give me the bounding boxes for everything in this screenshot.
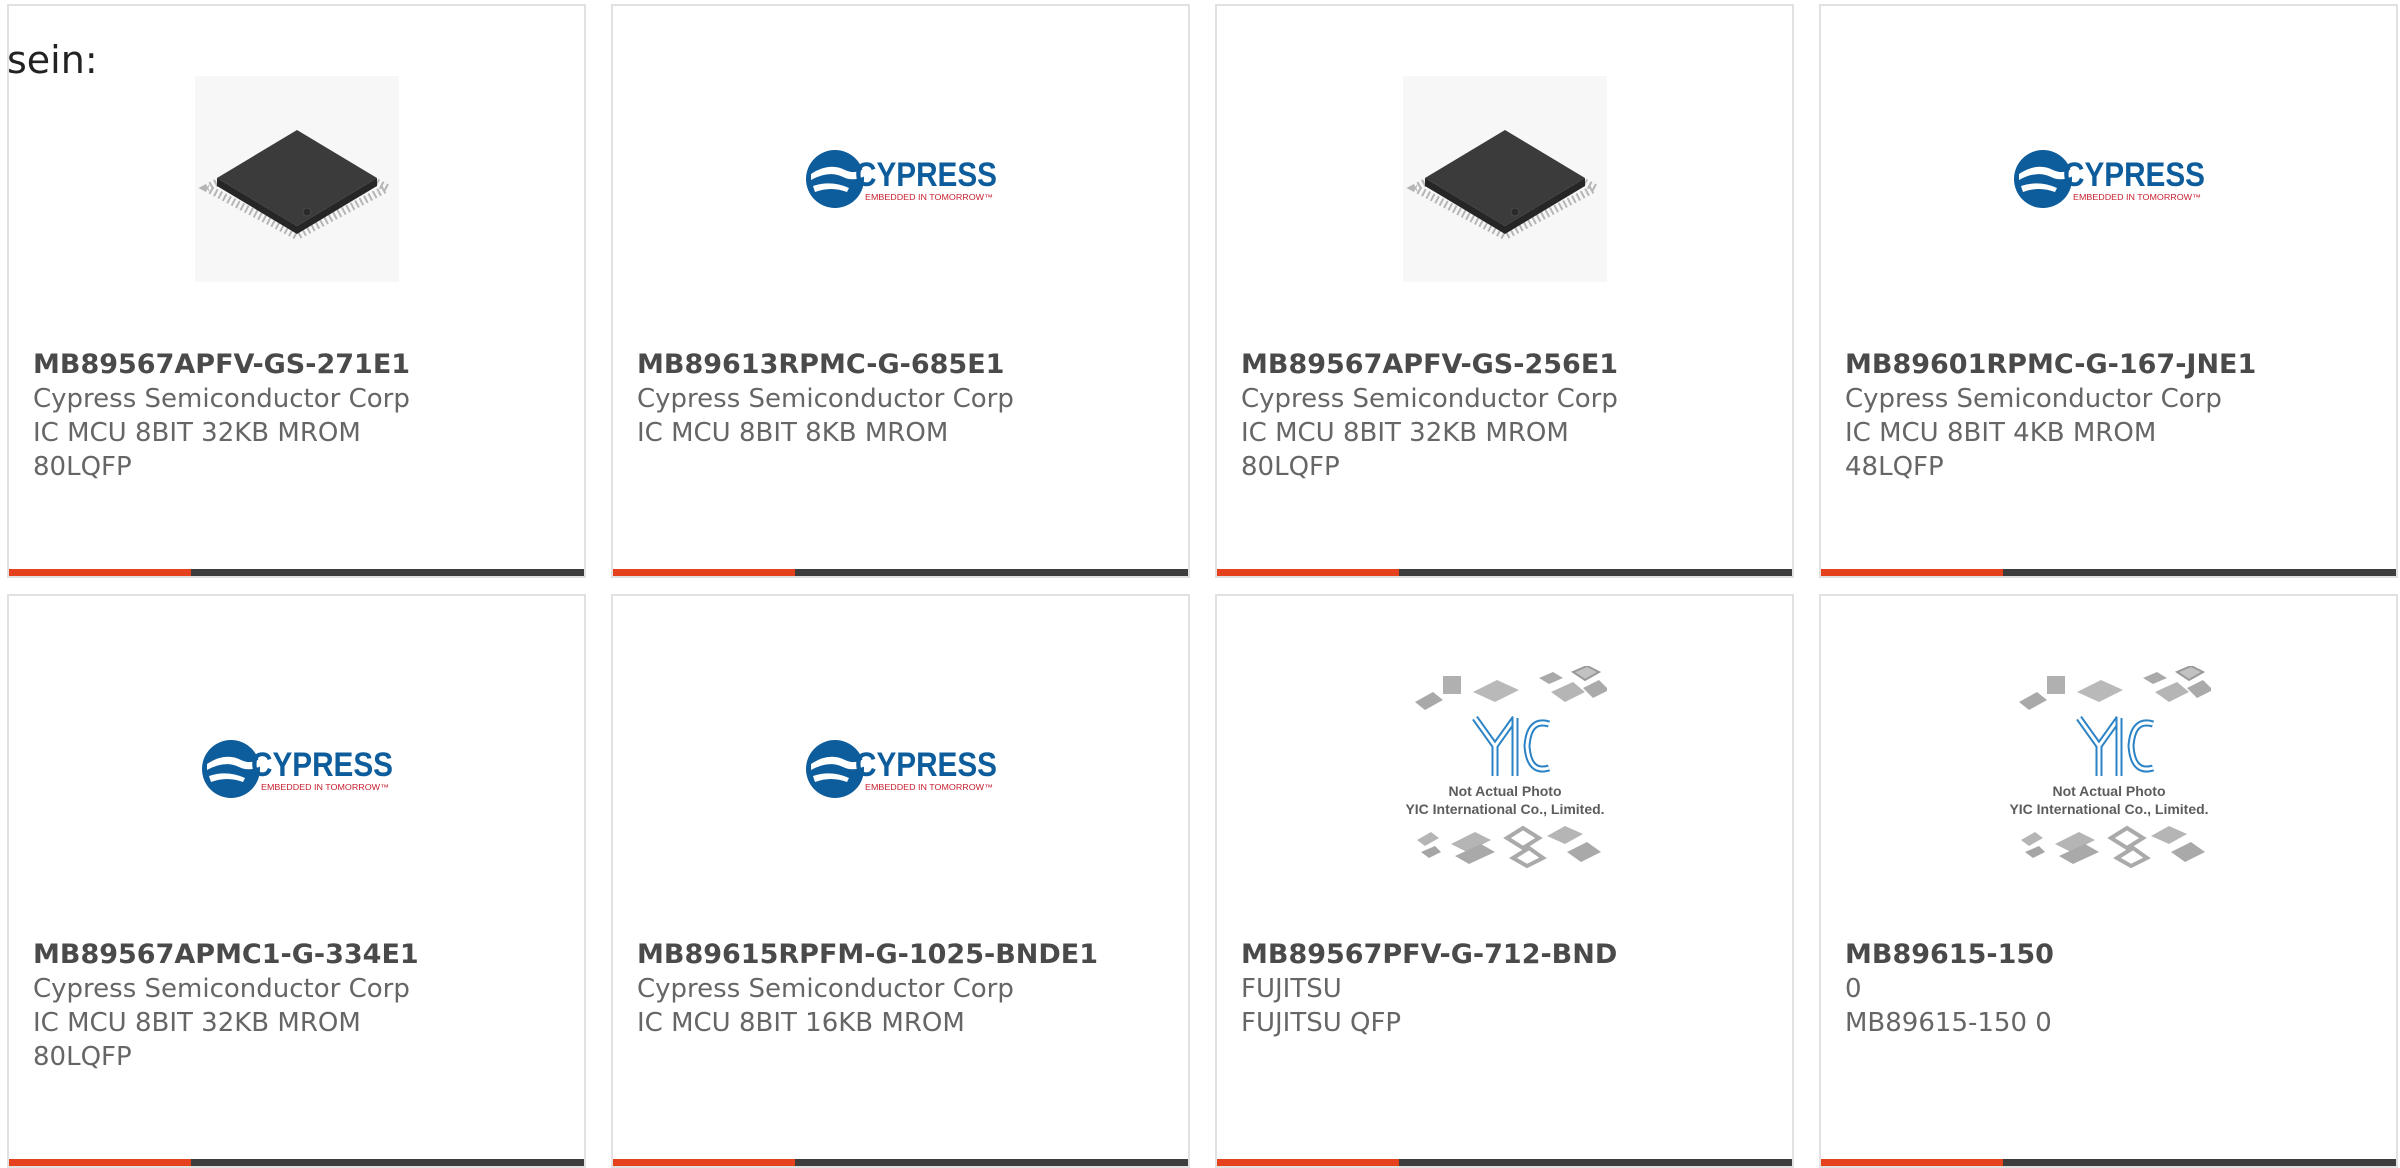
manufacturer: Cypress Semiconductor Corp	[1241, 384, 1618, 414]
description: MB89615-150 0	[1845, 1008, 2052, 1038]
manufacturer: Cypress Semiconductor Corp	[637, 384, 1014, 414]
card-accent	[1821, 569, 2003, 576]
part-number-link[interactable]: MB89601RPMC-G-167-JNE1	[1845, 348, 2376, 382]
description: IC MCU 8BIT 8KB MROM	[637, 418, 949, 448]
part-number-link[interactable]: MB89567APFV-GS-256E1	[1241, 348, 1772, 382]
card-bottom-bar	[9, 1159, 584, 1166]
product-card[interactable]: CYPRESS EMBEDDED IN TOMORROW™ MB89615RPF…	[611, 594, 1190, 1168]
product-card[interactable]: CYPRESS EMBEDDED IN TOMORROW™ MB89567APM…	[7, 594, 586, 1168]
product-info: MB89567APFV-GS-256E1 Cypress Semiconduct…	[1241, 348, 1772, 484]
card-bottom-bar	[1217, 1159, 1792, 1166]
yic-placeholder-icon: Not Actual Photo YIC International Co., …	[2009, 666, 2211, 869]
manufacturer: Cypress Semiconductor Corp	[637, 974, 1014, 1004]
card-accent	[1217, 1159, 1399, 1166]
product-image[interactable]: CYPRESS EMBEDDED IN TOMORROW™	[2007, 76, 2211, 282]
cypress-logo-icon: CYPRESS EMBEDDED IN TOMORROW™	[2014, 150, 2205, 208]
part-number-link[interactable]: MB89615-150	[1845, 938, 2376, 972]
product-info: MB89567APMC1-G-334E1 Cypress Semiconduct…	[33, 938, 564, 1074]
product-image[interactable]: CYPRESS EMBEDDED IN TOMORROW™	[195, 666, 399, 872]
part-number-link[interactable]: MB89567APMC1-G-334E1	[33, 938, 564, 972]
product-info: MB89567APFV-GS-271E1 Cypress Semiconduct…	[33, 348, 564, 484]
product-info: MB89615-150 0 MB89615-150 0	[1845, 938, 2376, 1040]
part-number-link[interactable]: MB89613RPMC-G-685E1	[637, 348, 1168, 382]
product-image[interactable]	[1403, 76, 1607, 282]
product-image[interactable]: Not Actual Photo YIC International Co., …	[1403, 666, 1607, 872]
product-info: MB89567PFV-G-712-BND FUJITSU FUJITSU QFP	[1241, 938, 1772, 1040]
part-number-link[interactable]: MB89567PFV-G-712-BND	[1241, 938, 1772, 972]
section-heading: sein:	[7, 38, 98, 82]
manufacturer: Cypress Semiconductor Corp	[1845, 384, 2222, 414]
card-bottom-bar	[1217, 569, 1792, 576]
card-accent	[613, 569, 795, 576]
cypress-logo-icon: CYPRESS EMBEDDED IN TOMORROW™	[806, 150, 997, 208]
card-accent	[1821, 1159, 2003, 1166]
product-card[interactable]: MB89567APFV-GS-271E1 Cypress Semiconduct…	[7, 4, 586, 578]
manufacturer: 0	[1845, 974, 1862, 1004]
manufacturer: FUJITSU	[1241, 974, 1342, 1004]
placeholder-caption-2: YIC International Co., Limited.	[2009, 801, 2208, 817]
placeholder-caption-1: Not Actual Photo	[2052, 783, 2165, 799]
cypress-logo-tagline: EMBEDDED IN TOMORROW™	[865, 783, 993, 792]
description: IC MCU 8BIT 4KB MROM 48LQFP	[1845, 418, 2157, 482]
description: FUJITSU QFP	[1241, 1008, 1402, 1038]
cypress-logo-tagline: EMBEDDED IN TOMORROW™	[2073, 193, 2201, 202]
description: IC MCU 8BIT 32KB MROM 80LQFP	[33, 1008, 361, 1072]
description: IC MCU 8BIT 16KB MROM	[637, 1008, 965, 1038]
part-number-link[interactable]: MB89567APFV-GS-271E1	[33, 348, 564, 382]
cypress-logo-icon: CYPRESS EMBEDDED IN TOMORROW™	[202, 740, 393, 798]
product-info: MB89601RPMC-G-167-JNE1 Cypress Semicondu…	[1845, 348, 2376, 484]
product-card[interactable]: CYPRESS EMBEDDED IN TOMORROW™ MB89601RPM…	[1819, 4, 2398, 578]
card-bottom-bar	[613, 569, 1188, 576]
product-info: MB89615RPFM-G-1025-BNDE1 Cypress Semicon…	[637, 938, 1168, 1040]
cypress-logo-text: CYPRESS	[855, 156, 997, 194]
product-image[interactable]: CYPRESS EMBEDDED IN TOMORROW™	[799, 666, 1003, 872]
cypress-logo-icon: CYPRESS EMBEDDED IN TOMORROW™	[806, 740, 997, 798]
placeholder-caption-2: YIC International Co., Limited.	[1405, 801, 1604, 817]
card-bottom-bar	[1821, 569, 2396, 576]
cypress-logo-tagline: EMBEDDED IN TOMORROW™	[865, 193, 993, 202]
product-image[interactable]: CYPRESS EMBEDDED IN TOMORROW™	[799, 76, 1003, 282]
manufacturer: Cypress Semiconductor Corp	[33, 384, 410, 414]
cypress-logo-tagline: EMBEDDED IN TOMORROW™	[261, 783, 389, 792]
product-image[interactable]: Not Actual Photo YIC International Co., …	[2007, 666, 2211, 872]
product-card[interactable]: MB89567APFV-GS-256E1 Cypress Semiconduct…	[1215, 4, 1794, 578]
placeholder-caption-1: Not Actual Photo	[1448, 783, 1561, 799]
manufacturer: Cypress Semiconductor Corp	[33, 974, 410, 1004]
product-card[interactable]: Not Actual Photo YIC International Co., …	[1819, 594, 2398, 1168]
card-accent	[9, 1159, 191, 1166]
cypress-logo-text: CYPRESS	[855, 746, 997, 784]
card-accent	[613, 1159, 795, 1166]
product-info: MB89613RPMC-G-685E1 Cypress Semiconducto…	[637, 348, 1168, 450]
qfp-chip-icon	[1403, 76, 1607, 282]
card-bottom-bar	[9, 569, 584, 576]
product-card[interactable]: Not Actual Photo YIC International Co., …	[1215, 594, 1794, 1168]
cypress-logo-text: CYPRESS	[2063, 156, 2205, 194]
description: IC MCU 8BIT 32KB MROM 80LQFP	[1241, 418, 1569, 482]
card-accent	[1217, 569, 1399, 576]
card-bottom-bar	[1821, 1159, 2396, 1166]
product-image[interactable]	[195, 76, 399, 282]
product-grid: MB89567APFV-GS-271E1 Cypress Semiconduct…	[7, 4, 2400, 1168]
cypress-logo-text: CYPRESS	[251, 746, 393, 784]
part-number-link[interactable]: MB89615RPFM-G-1025-BNDE1	[637, 938, 1168, 972]
card-bottom-bar	[613, 1159, 1188, 1166]
qfp-chip-icon	[195, 76, 399, 282]
product-card[interactable]: CYPRESS EMBEDDED IN TOMORROW™ MB89613RPM…	[611, 4, 1190, 578]
card-accent	[9, 569, 191, 576]
yic-placeholder-icon: Not Actual Photo YIC International Co., …	[1405, 666, 1607, 869]
description: IC MCU 8BIT 32KB MROM 80LQFP	[33, 418, 361, 482]
